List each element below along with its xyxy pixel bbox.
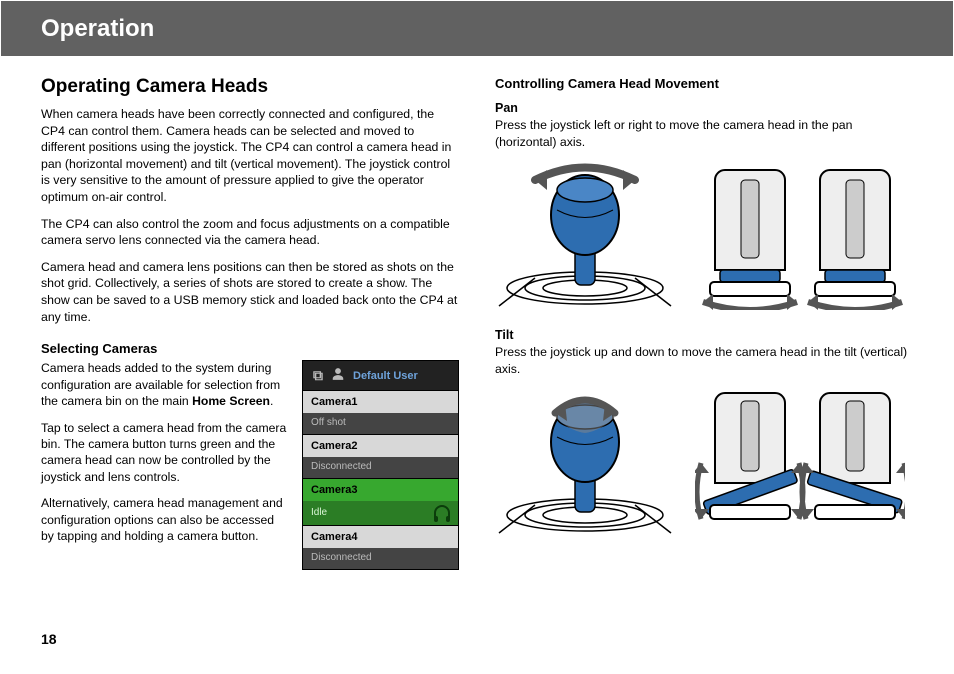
camera-bin-user: Default User: [353, 370, 418, 382]
body-paragraph: When camera heads have been correctly co…: [41, 106, 459, 206]
body-paragraph: Camera head and camera lens positions ca…: [41, 259, 459, 325]
camera-name: Camera3: [303, 479, 458, 501]
left-column: Operating Camera Heads When camera heads…: [41, 68, 459, 570]
camera-head-tilt-illustration: [695, 387, 905, 537]
tilt-figure-row: [495, 387, 913, 537]
camera-bin-item[interactable]: Camera2 Disconnected: [303, 434, 458, 478]
camera-name: Camera4: [303, 526, 458, 548]
camera-status: Idle: [303, 501, 458, 525]
subheading-selecting-cameras: Selecting Cameras: [41, 341, 459, 356]
body-paragraph: Press the joystick up and down to move t…: [495, 344, 913, 377]
page-header: Operation: [1, 1, 953, 56]
section-title: Operating Camera Heads: [41, 76, 459, 98]
right-column: Controlling Camera Head Movement Pan Pre…: [495, 68, 913, 570]
joystick-tilt-illustration: [495, 387, 675, 537]
camera-name: Camera2: [303, 435, 458, 457]
joystick-pan-illustration: [495, 160, 675, 310]
camera-bin-item-selected[interactable]: Camera3 Idle: [303, 478, 458, 525]
subheading-controlling-movement: Controlling Camera Head Movement: [495, 76, 913, 91]
camera-status: Disconnected: [303, 457, 458, 478]
camera-status-text: Idle: [311, 507, 327, 518]
copy-icon: ⧉: [313, 367, 323, 384]
body-paragraph: The CP4 can also control the zoom and fo…: [41, 216, 459, 249]
page-number: 18: [41, 631, 57, 647]
page-header-title: Operation: [41, 15, 154, 42]
body-paragraph: Tap to select a camera head from the cam…: [41, 420, 290, 486]
body-paragraph: Camera heads added to the system during …: [41, 360, 290, 409]
camera-status: Off shot: [303, 413, 458, 434]
body-paragraph: Press the joystick left or right to move…: [495, 117, 913, 150]
camera-status: Disconnected: [303, 548, 458, 569]
user-icon: [331, 367, 345, 384]
pan-figure-row: [495, 160, 913, 310]
camera-name: Camera1: [303, 391, 458, 413]
camera-bin-item[interactable]: Camera4 Disconnected: [303, 525, 458, 569]
text-fragment: .: [270, 394, 273, 408]
headphone-icon: [434, 505, 450, 519]
camera-bin: ⧉ Default User Camera1 Off shot Camera2 …: [302, 360, 459, 570]
tilt-heading: Tilt: [495, 328, 913, 342]
text-fragment-bold: Home Screen: [192, 394, 270, 408]
body-paragraph: Alternatively, camera head management an…: [41, 495, 290, 544]
camera-bin-item[interactable]: Camera1 Off shot: [303, 390, 458, 434]
pan-heading: Pan: [495, 101, 913, 115]
camera-head-pan-illustration: [695, 160, 905, 310]
camera-bin-header: ⧉ Default User: [303, 361, 458, 390]
